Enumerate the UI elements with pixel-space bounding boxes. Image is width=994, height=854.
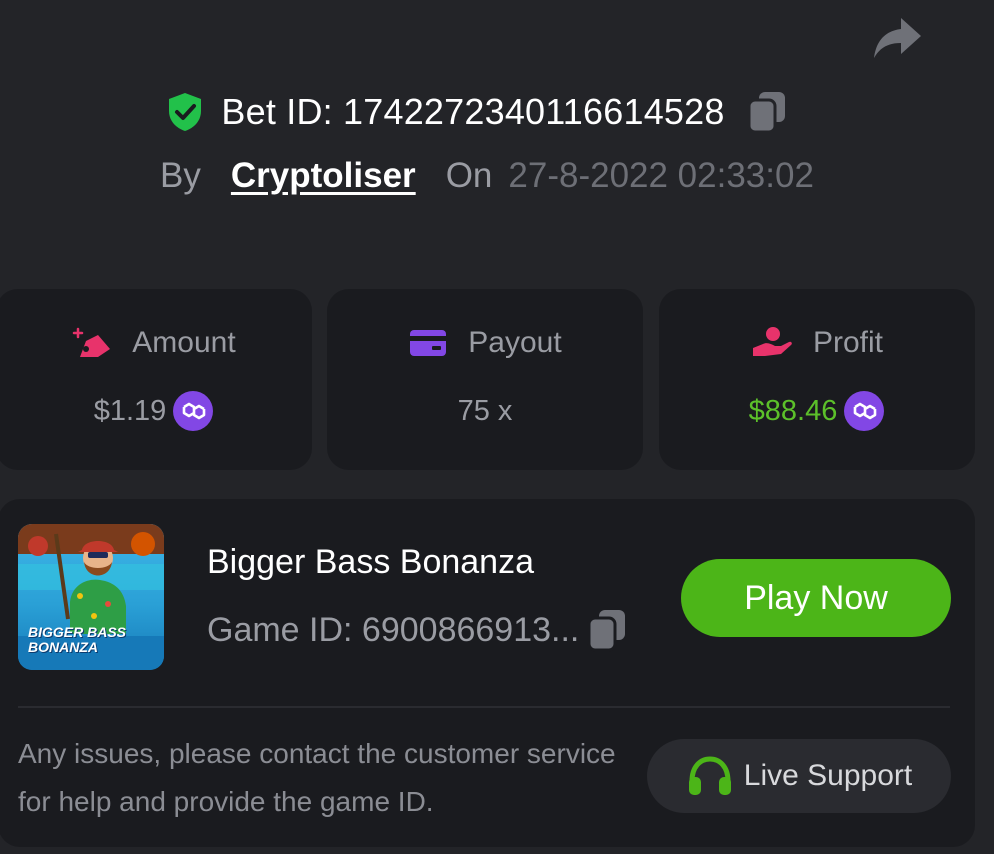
payout-value: 75 x [457, 394, 513, 427]
game-id: Game ID: 6900866913... [207, 610, 580, 649]
play-now-button[interactable]: Play Now [681, 559, 951, 637]
matic-coin-icon [844, 391, 885, 431]
payout-value-row: 75 x [327, 389, 643, 433]
payout-header: Payout [327, 321, 643, 365]
profit-value: $88.46 [748, 394, 838, 427]
by-label: By [160, 156, 201, 195]
username-link[interactable]: Cryptoliser [231, 156, 416, 196]
bet-id-row: Bet ID: 1742272340116614528 [0, 86, 994, 138]
amount-card: Amount $1.19 [0, 289, 312, 470]
payout-label: Payout [468, 326, 562, 359]
on-label: On [445, 156, 493, 195]
bet-id: Bet ID: 1742272340116614528 [221, 91, 725, 132]
amount-header: Amount [0, 321, 312, 365]
bet-datetime: 27-8-2022 02:33:02 [508, 156, 814, 195]
share-arrow-icon [874, 18, 921, 58]
thumbnail-logo-text: BIGGER BASS BONANZA [28, 625, 126, 655]
verified-shield-icon [169, 93, 202, 131]
payout-card: Payout 75 x [327, 289, 643, 470]
live-support-button[interactable]: Live Support [647, 739, 951, 813]
game-id-row: Game ID: 6900866913... [207, 606, 627, 654]
amount-label: Amount [132, 326, 236, 359]
live-support-label: Live Support [743, 759, 913, 792]
profit-hand-icon [752, 327, 792, 356]
headset-icon [688, 756, 731, 795]
profit-header: Profit [659, 321, 975, 365]
copy-bet-id-icon[interactable] [747, 90, 787, 134]
thumbnail-logo-line2: BONANZA [28, 639, 98, 655]
amount-value-row: $1.19 [0, 389, 312, 433]
support-help-text: Any issues, please contact the customer … [18, 738, 616, 817]
thumbnail-logo-line1: BIGGER BASS [28, 624, 127, 640]
copy-game-id-icon[interactable] [587, 608, 627, 652]
bet-detail-page: Bet ID: 1742272340116614528 By Cryptolis… [0, 0, 994, 854]
wallet-card-icon [410, 330, 447, 356]
matic-coin-icon [173, 391, 214, 431]
divider [18, 706, 950, 708]
amount-value: $1.19 [93, 394, 167, 427]
profit-card: Profit $88.46 [659, 289, 975, 470]
game-title: Bigger Bass Bonanza [207, 543, 534, 581]
amount-icon [73, 327, 111, 357]
profit-label: Profit [812, 326, 884, 359]
share-button[interactable] [868, 14, 926, 62]
game-thumbnail[interactable]: BIGGER BASS BONANZA [18, 524, 164, 670]
author-row: By Cryptoliser On 27-8-2022 02:33:02 [0, 152, 994, 200]
profit-value-row: $88.46 [659, 389, 975, 433]
